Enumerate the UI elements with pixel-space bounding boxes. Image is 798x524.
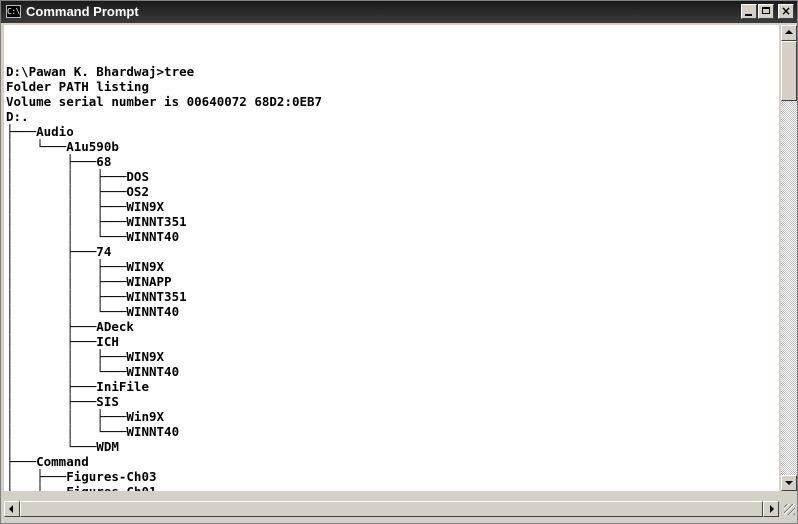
console-line: │ │ └───WINNT40 [6, 364, 180, 379]
console-line: │ │ └───WINNT40 [6, 424, 180, 439]
maximize-icon [762, 7, 770, 14]
console-text: D:\Pawan K. Bhardwaj>tree Folder PATH lis… [6, 49, 322, 491]
arrow-left-icon [9, 505, 13, 513]
console-line: ├───Audio [6, 124, 74, 139]
maximize-button[interactable] [758, 4, 774, 19]
console-line: │ │ ├───WINNT351 [6, 289, 187, 304]
console-line: D:. [6, 109, 29, 124]
horizontal-scroll-thumb[interactable] [20, 501, 763, 517]
scroll-down-button[interactable] [781, 475, 797, 491]
console-line: ├───Command [6, 454, 89, 469]
minimize-icon [745, 14, 752, 16]
console-line: │ └───WDM [6, 439, 119, 454]
vertical-scrollbar[interactable] [781, 25, 797, 491]
command-prompt-icon[interactable]: C:\ [6, 5, 21, 18]
console-line: │ ├───Figures_Ch01 [6, 484, 322, 491]
close-icon: × [780, 4, 792, 18]
scroll-up-button[interactable] [781, 25, 797, 41]
console-line: │ │ └───WINNT40 [6, 304, 180, 319]
console-line: │ │ ├───DOS [6, 169, 149, 184]
console-line: │ │ ├───WIN9X [6, 199, 165, 214]
horizontal-scrollbar[interactable] [4, 501, 779, 517]
console-line: Volume serial number is 00640072 68D2:0E… [6, 94, 323, 109]
console-line: │ │ ├───OS2 [6, 184, 149, 199]
scroll-left-button[interactable] [4, 501, 20, 517]
vertical-scroll-thumb[interactable] [781, 41, 797, 101]
console-line: D:\Pawan K. Bhardwaj>tree [6, 64, 195, 79]
console-line: │ ├───74 [6, 244, 112, 259]
console-line: │ │ ├───Win9X [6, 409, 165, 424]
size-grip[interactable] [781, 501, 797, 517]
title-bar[interactable]: C:\ Command Prompt × [1, 1, 797, 23]
arrow-right-icon [770, 505, 774, 513]
close-button[interactable]: × [778, 4, 794, 19]
command-prompt-window: C:\ Command Prompt × D:\Pawan K. Bhardwa… [0, 0, 798, 524]
console-line: │ ├───68 [6, 154, 112, 169]
window-title: Command Prompt [26, 4, 139, 19]
console-line: │ │ └───WINNT40 [6, 229, 180, 244]
console-line: Folder PATH listing [6, 79, 149, 94]
console-line: │ │ ├───WINAPP [6, 274, 172, 289]
console-output[interactable]: D:\Pawan K. Bhardwaj>tree Folder PATH lis… [4, 25, 779, 491]
console-line: │ ├───ICH [6, 334, 119, 349]
arrow-down-icon [785, 481, 793, 485]
arrow-up-icon [785, 30, 793, 34]
console-line: │ ├───SIS [6, 394, 119, 409]
console-line: │ ├───ADeck [6, 319, 134, 334]
console-line: │ ├───Figures-Ch03 [6, 469, 157, 484]
console-line: │ │ ├───WINNT351 [6, 214, 187, 229]
minimize-button[interactable] [741, 4, 757, 19]
console-line: │ │ ├───WIN9X [6, 349, 165, 364]
console-line: │ ├───IniFile [6, 379, 149, 394]
console-line: │ │ ├───WIN9X [6, 259, 165, 274]
console-line: │ └───A1u590b [6, 139, 119, 154]
scroll-right-button[interactable] [763, 501, 779, 517]
